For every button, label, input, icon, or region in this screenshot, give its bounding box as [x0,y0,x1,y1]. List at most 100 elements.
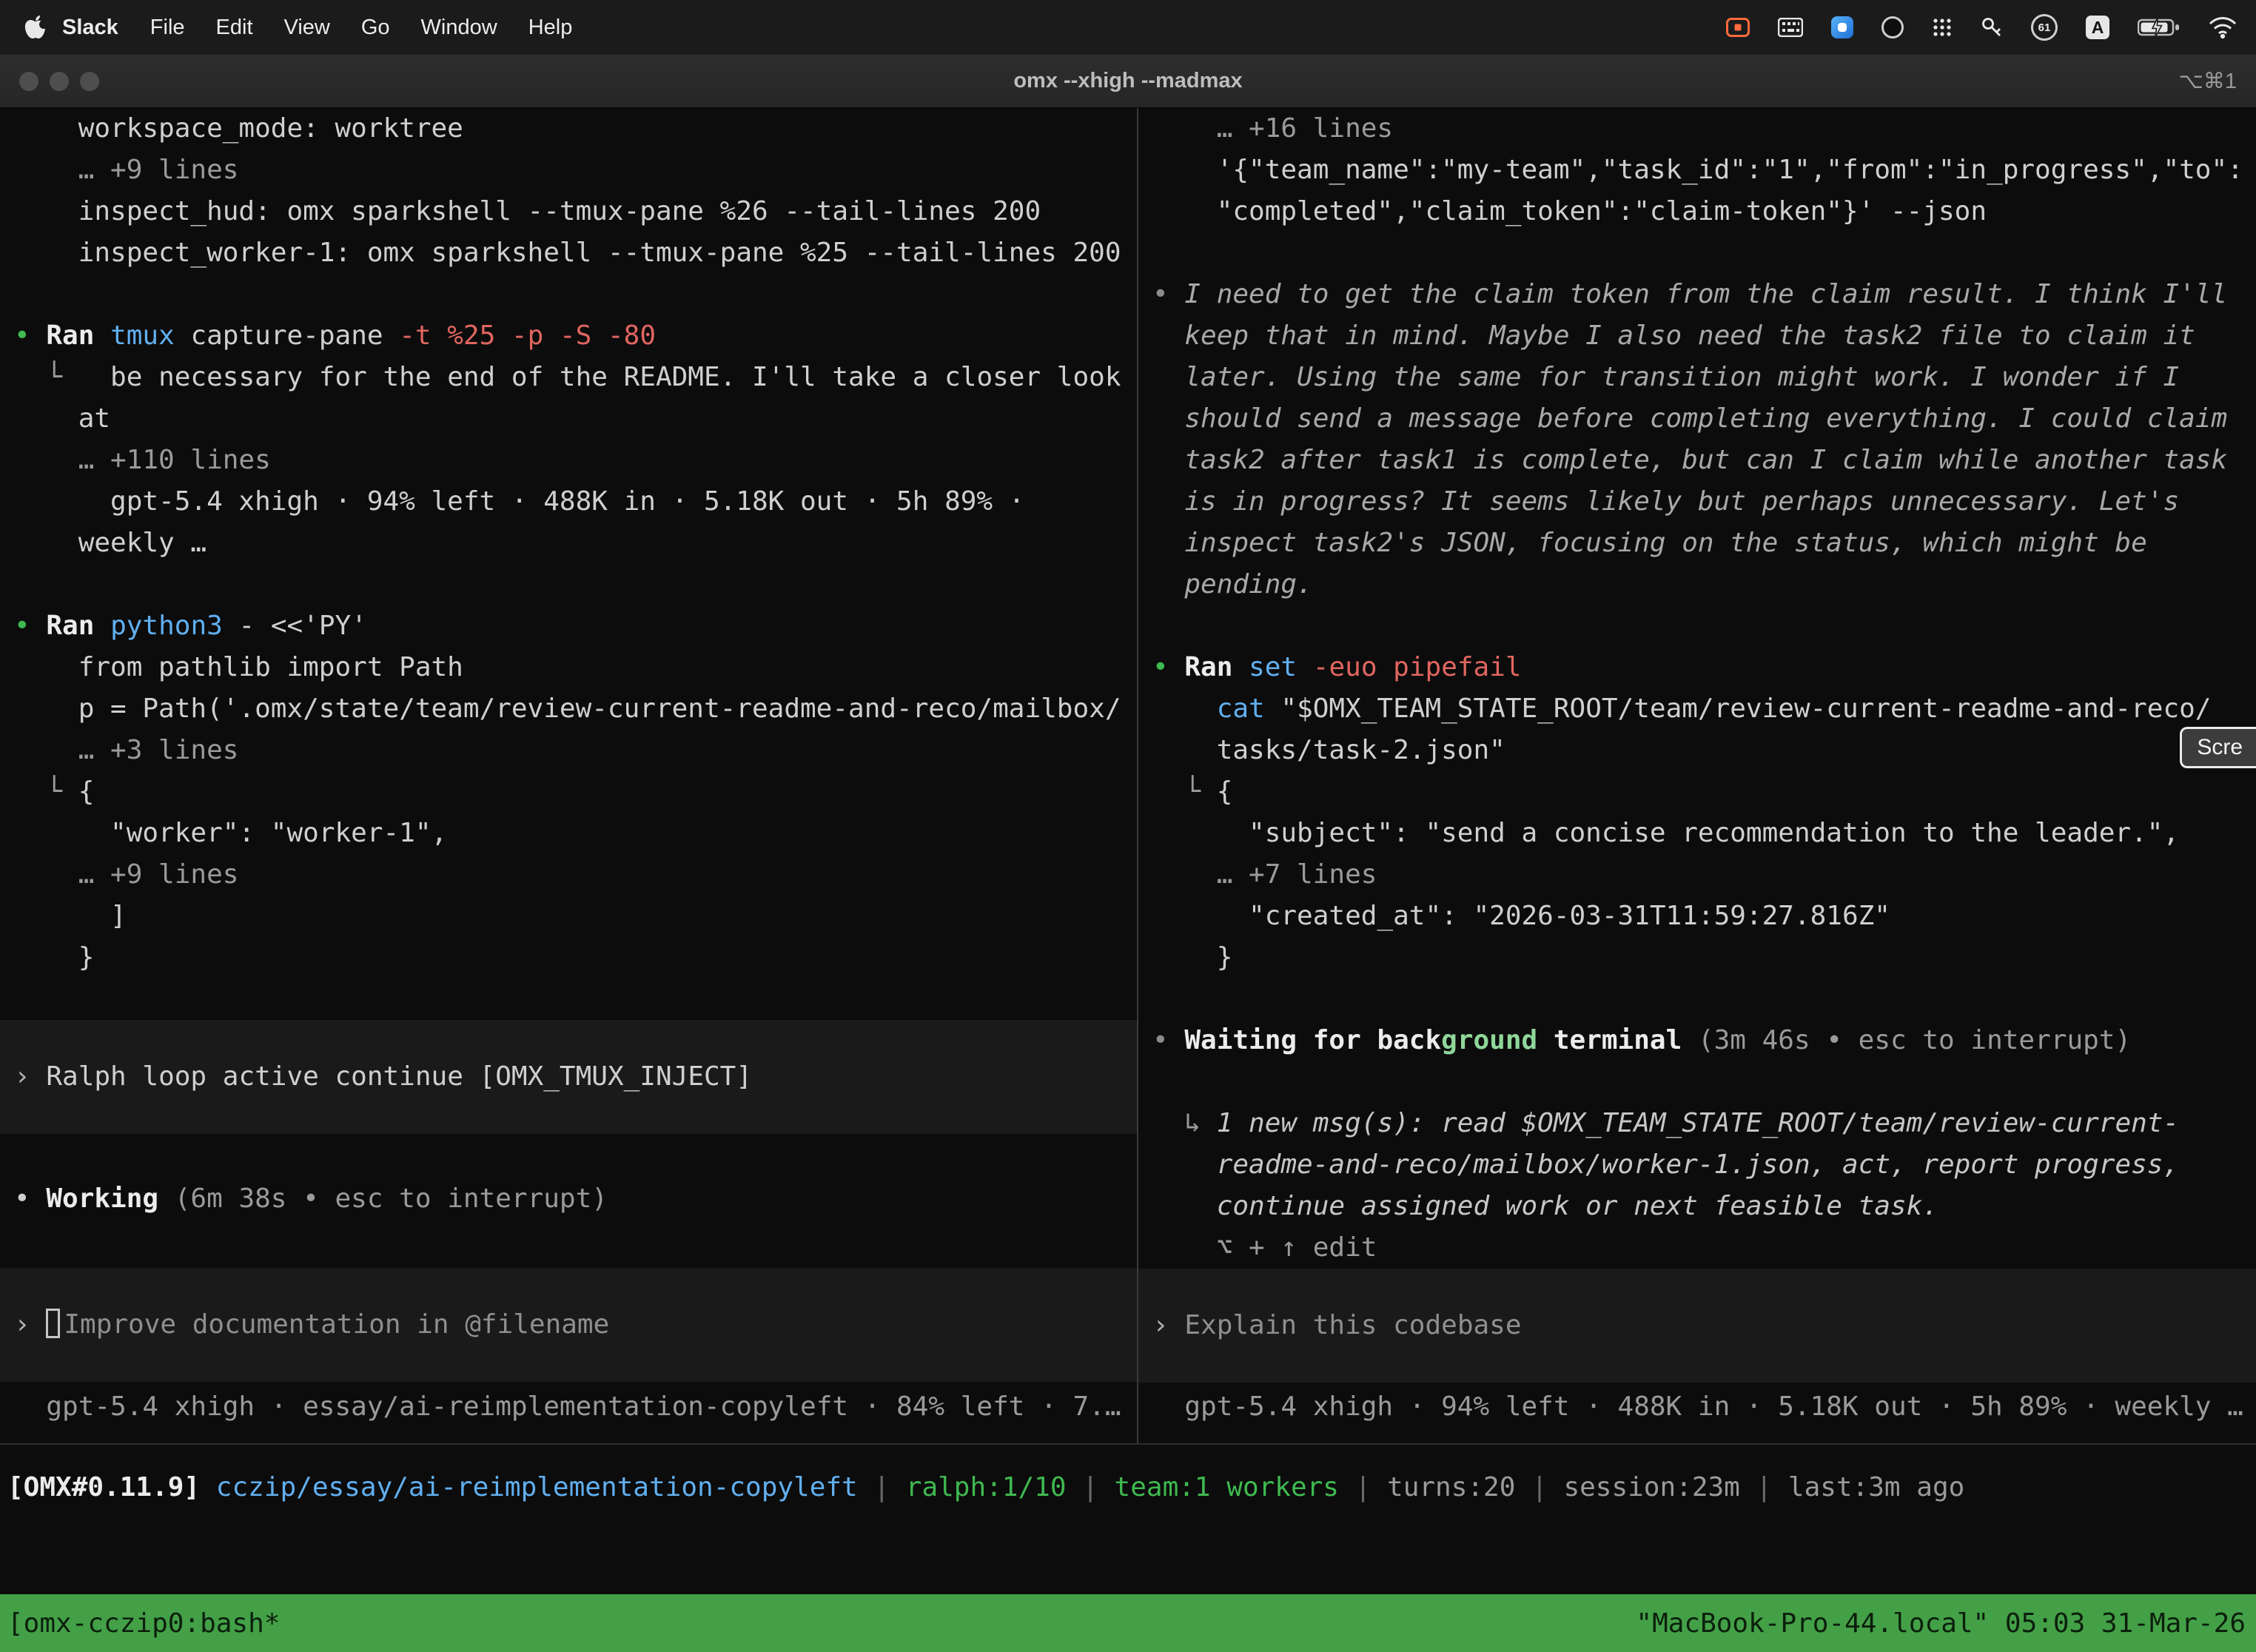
text-segment: • [1152,652,1184,682]
wifi-icon[interactable] [2209,16,2237,38]
terminal-line: ⌥ + ↑ edit [1138,1227,2256,1269]
text-segment: readme-and-reco/mailbox/worker-1.json, a… [1217,1149,2179,1180]
apple-menu-icon[interactable] [24,15,46,40]
screen-notification-tooltip: Scre [2180,727,2256,768]
terminal-line: weekly … [0,523,1137,564]
terminal-line: tasks/task-2.json" [1138,730,2256,771]
window-shortcut-hint: ⌥⌘1 [2178,68,2237,94]
text-segment: -euo pipefail [1313,652,1522,682]
terminal-line: should send a message before completing … [1138,398,2256,440]
terminal-line: continue assigned work or next feasible … [1138,1186,2256,1227]
text-segment: ⌥ + ↑ edit [1217,1232,1377,1263]
working-status: • Working (6m 38s • esc to interrupt) [0,1178,1137,1220]
window-title: omx --xhigh --madmax [1013,69,1242,93]
keyboard-icon[interactable] [1778,18,1803,37]
macos-menu-bar: Slack FileEditViewGoWindowHelp 61 A [0,0,2256,55]
terminal-line: • Ran tmux capture-pane -t %25 -p -S -80 [0,315,1137,357]
input-source-label: A [2092,18,2104,38]
terminal-line: } [1138,937,2256,978]
text-segment: tmux [110,320,175,351]
terminal-line: from pathlib import Path [0,647,1137,688]
terminal-line: └ be necessary for the end of the README… [0,357,1137,398]
terminal-line: … +7 lines [1138,854,2256,896]
dark-app-icon[interactable] [1881,16,1904,38]
menu-item-file[interactable]: File [135,16,201,40]
composer-input-left[interactable]: › Improve documentation in @filename [0,1268,1137,1382]
text-segment: } [1217,942,1233,973]
text-segment: … +9 lines [78,859,239,890]
text-segment: | [1067,1472,1115,1502]
text-segment: is in progress? It seems likely but perh… [1184,486,2179,517]
battery-icon[interactable] [2138,17,2181,38]
text-segment: terminal [1537,1025,1682,1055]
text-segment: '{"team_name":"my-team","task_id":"1","f… [1217,155,2243,185]
terminal-line: task2 after task1 is complete, but can I… [1138,440,2256,481]
screen-recording-indicator-icon[interactable] [1726,18,1750,37]
text-segment: | [1515,1472,1563,1502]
text-segment [200,1472,216,1502]
text-segment: } [78,942,95,973]
text-segment: capture-pane [175,320,399,351]
text-segment: inspect task2's JSON, focusing on the st… [1184,528,2146,558]
terminal-line: p = Path('.omx/state/team/review-current… [0,688,1137,730]
text-segment: from pathlib import Path [78,652,463,682]
battery-gauge-icon[interactable]: 61 [2031,14,2058,41]
tmux-host-clock: "MacBook-Pro-44.local" 05:03 31-Mar-26 [1636,1608,2256,1639]
menu-app-name[interactable]: Slack [46,16,135,40]
dots-grid-icon[interactable] [1932,17,1953,38]
text-segment: I need to get the claim token from the c… [1184,279,2227,309]
terminal-pane-right[interactable]: … +16 lines'{"team_name":"my-team","task… [1138,108,2256,1443]
terminal-line: inspect task2's JSON, focusing on the st… [1138,523,2256,564]
terminal-line: "worker": "worker-1", [0,813,1137,854]
menu-item-window[interactable]: Window [406,16,513,40]
text-segment [94,611,110,641]
terminal-line: at [0,398,1137,440]
text-segment: turns:20 [1387,1472,1515,1502]
terminal-line: "completed","claim_token":"claim-token"}… [1138,191,2256,232]
menu-item-help[interactable]: Help [513,16,588,40]
text-segment: team:1 workers [1115,1472,1339,1502]
terminal-window: omx --xhigh --madmax ⌥⌘1 workspace_mode:… [0,55,2256,1652]
text-segment: Ran [46,611,94,641]
terminal-line: • Ran python3 - <<'PY' [0,605,1137,647]
text-segment: › [1152,1310,1184,1340]
terminal-pane-left[interactable]: workspace_mode: worktree… +9 linesinspec… [0,108,1138,1443]
text-segment: at [78,403,110,434]
close-button[interactable] [19,72,38,91]
text-segment: keep that in mind. Maybe I also need the… [1184,320,2195,351]
text-segment: … +9 lines [78,155,239,185]
key-icon[interactable] [1981,16,2003,38]
text-segment: ralph:1/10 [906,1472,1067,1502]
text-segment: | [1339,1472,1387,1502]
text-segment: | [1740,1472,1788,1502]
text-segment: tasks/task-2.json" [1217,735,1505,765]
composer-input-right[interactable]: › Explain this codebase [1138,1269,2256,1383]
text-segment: └ [46,776,78,807]
input-source-icon[interactable]: A [2086,16,2109,39]
menu-items: FileEditViewGoWindowHelp [135,16,588,40]
text-segment: Waiting for back [1184,1025,1441,1055]
window-title-bar[interactable]: omx --xhigh --madmax ⌥⌘1 [0,55,2256,108]
zoom-button[interactable] [80,72,99,91]
minimize-button[interactable] [50,72,69,91]
text-segment: … +7 lines [1217,859,1377,890]
block-cursor [46,1309,60,1338]
menu-item-edit[interactable]: Edit [201,16,269,40]
text-segment: set [1249,652,1297,682]
waiting-status: • Waiting for background terminal (3m 46… [1138,1020,2256,1061]
menu-item-go[interactable]: Go [346,16,406,40]
text-segment: -t %25 -p -S -80 [399,320,656,351]
text-segment: inspect_worker-1: omx sparkshell --tmux-… [78,238,1121,268]
blue-app-icon[interactable] [1831,16,1853,38]
text-segment: "completed","claim_token":"claim-token"}… [1217,196,1987,226]
tmux-status-bar: [omx-cczip0:bash* "MacBook-Pro-44.local"… [0,1594,2256,1652]
menu-item-view[interactable]: View [269,16,346,40]
text-segment: • [1152,1025,1184,1055]
terminal-line: inspect_worker-1: omx sparkshell --tmux-… [0,232,1137,274]
text-segment: | [858,1472,906,1502]
menu-bar-status-icons: 61 A [1726,14,2256,41]
pane-footer-left: gpt-5.4 xhigh · essay/ai-reimplementatio… [0,1386,1137,1428]
text-segment: be necessary for the end of the README. … [78,362,1121,392]
text-segment: "worker": "worker-1", [110,818,447,848]
text-segment: continue assigned work or next feasible … [1217,1191,1938,1221]
